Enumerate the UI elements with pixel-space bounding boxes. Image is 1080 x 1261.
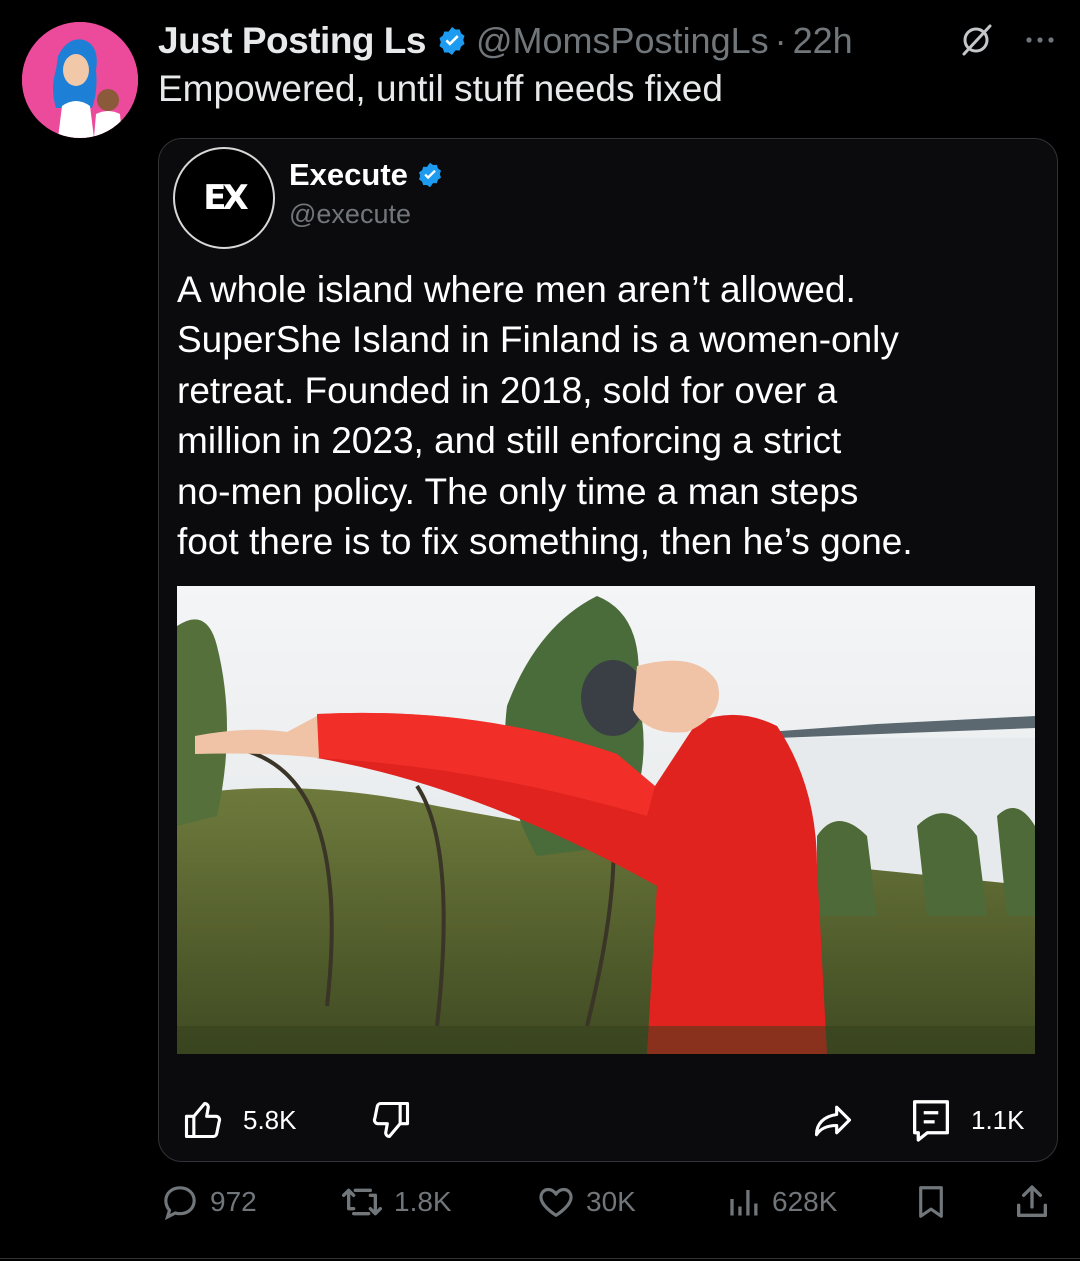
quoted-comments-button[interactable]: 1.1K [911, 1097, 1025, 1143]
quoted-text-line: no-men policy. The only time a man steps [177, 470, 859, 512]
quoted-like-count: 5.8K [243, 1104, 297, 1135]
repost-icon [341, 1188, 382, 1216]
grok-icon[interactable] [958, 22, 994, 58]
quoted-text-line: million in 2023, and still enforcing a s… [177, 420, 842, 462]
more-options-icon[interactable] [1022, 22, 1058, 58]
author-handle[interactable]: @MomsPostingLs [476, 20, 769, 62]
author-name[interactable]: Just Posting Ls [158, 20, 426, 62]
repost-button[interactable]: 1.8K [340, 1178, 452, 1226]
avatar-illustration-icon [22, 22, 138, 138]
author-avatar[interactable] [22, 22, 138, 138]
share-button[interactable] [1012, 1178, 1052, 1226]
photo-woman-red-jacket-icon [177, 586, 1035, 1054]
quoted-text-line: foot there is to fix something, then he’… [177, 521, 913, 563]
views-count: 628K [772, 1186, 838, 1217]
reply-icon [164, 1186, 196, 1221]
post-divider [0, 1258, 1080, 1259]
bookmark-button[interactable] [912, 1178, 950, 1226]
post-header: Just Posting Ls @MomsPostingLs · 22h [158, 16, 1060, 66]
quoted-dislike-button[interactable] [369, 1097, 413, 1143]
quoted-like-button[interactable]: 5.8K [181, 1097, 297, 1143]
bookmark-icon [919, 1186, 943, 1218]
quoted-text-line: retreat. Founded in 2018, sold for over … [177, 369, 838, 411]
quoted-post-text: A whole island where men aren’t allowed.… [177, 265, 1037, 567]
reply-count: 972 [210, 1186, 257, 1217]
quoted-author-row: Execute [289, 157, 452, 193]
thumbs-down-icon [372, 1101, 410, 1139]
reply-button[interactable]: 972 [160, 1178, 257, 1226]
thumbs-up-icon [184, 1101, 222, 1139]
quoted-comments-count: 1.1K [971, 1104, 1025, 1135]
views-button[interactable]: 628K [726, 1178, 837, 1226]
comments-icon [913, 1100, 949, 1142]
quoted-share-button[interactable] [811, 1097, 855, 1143]
quoted-post-image[interactable] [177, 586, 1035, 1054]
like-button[interactable]: 30K [536, 1178, 636, 1226]
share-arrow-icon [814, 1105, 852, 1137]
post-text: Empowered, until stuff needs fixed [158, 68, 723, 109]
like-count: 30K [586, 1186, 636, 1217]
repost-count: 1.8K [394, 1186, 452, 1217]
views-chart-icon [730, 1190, 758, 1216]
verified-badge-icon [436, 25, 468, 57]
heart-icon [539, 1187, 573, 1217]
verified-badge-icon [416, 161, 444, 189]
quoted-author-name[interactable]: Execute [289, 157, 408, 193]
post-time[interactable]: 22h [793, 20, 853, 62]
quoted-post-card[interactable]: EX Execute @execute A whole island where… [158, 138, 1058, 1162]
execute-logo: EX [203, 178, 248, 218]
header-separator: · [774, 20, 787, 61]
quoted-text-line: SuperShe Island in Finland is a women-on… [177, 319, 899, 361]
quoted-author-handle[interactable]: @execute [289, 199, 411, 230]
upload-share-icon [1017, 1185, 1047, 1217]
quoted-author-avatar[interactable]: EX [173, 147, 275, 249]
quoted-text-line: A whole island where men aren’t allowed. [177, 269, 856, 310]
